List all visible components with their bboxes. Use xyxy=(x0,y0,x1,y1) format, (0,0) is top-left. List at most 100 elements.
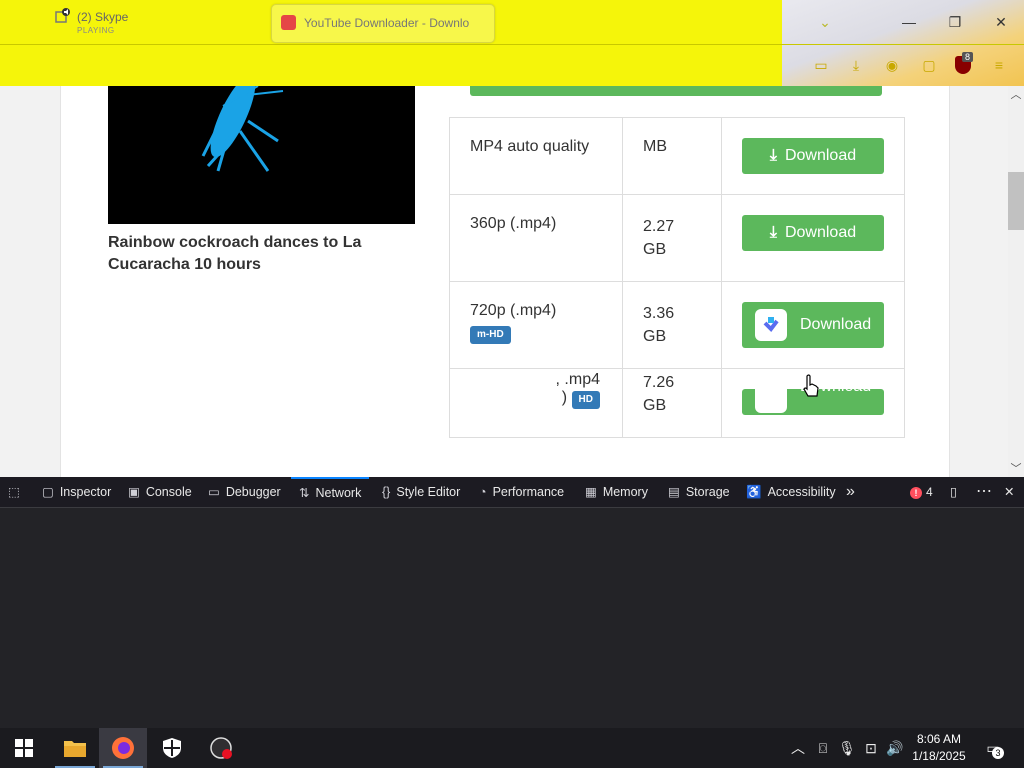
page-content: Rainbow cockroach dances to La Cucaracha… xyxy=(0,86,1008,477)
tab-label: Style Editor xyxy=(396,485,461,499)
restore-button[interactable]: ❐ xyxy=(940,10,970,34)
account-icon[interactable]: ◉ xyxy=(883,56,901,74)
tab-list-chevron-icon[interactable]: ⌄ xyxy=(810,10,840,34)
tab-storage[interactable]: ▤ Storage xyxy=(668,477,730,507)
format-cell: MP4 auto quality xyxy=(449,117,623,195)
tab-label: Performance xyxy=(492,485,565,499)
close-devtools-icon[interactable]: ✕ xyxy=(1004,477,1014,507)
taskbar: ︿ ⌼ 🎙 ⊡ 🔊 8:06 AM 1/18/2025 ▭ 3 xyxy=(0,728,1024,768)
meet-now-icon[interactable]: ⌼ xyxy=(813,728,833,768)
element-picker-icon[interactable]: ⬚ xyxy=(8,477,26,507)
dock-icon[interactable]: ▯ xyxy=(950,477,957,507)
security-app-button[interactable] xyxy=(148,728,196,768)
notifications-button[interactable]: ▭ 3 xyxy=(980,728,1006,768)
format-cell: , .mp4 ) HD xyxy=(449,368,623,438)
accessibility-icon: ♿ xyxy=(746,485,762,499)
ublock-badge: 8 xyxy=(962,52,974,62)
format-label: 360p (.mp4) xyxy=(470,215,557,232)
debugger-icon: ▭ xyxy=(208,485,220,499)
cockroach-image xyxy=(201,86,284,172)
download-button[interactable]: ⤓ Download xyxy=(742,138,884,174)
speaker-icon xyxy=(55,8,70,23)
error-count[interactable]: ! 4 xyxy=(910,477,933,507)
tab-accessibility[interactable]: ♿ Accessibility xyxy=(746,477,836,507)
windows-icon xyxy=(15,738,33,757)
size-label: 3.36 GB xyxy=(643,305,675,345)
tab-label: Storage xyxy=(685,485,730,499)
format-label: , .mp4 xyxy=(555,371,600,388)
download-button-label: Download xyxy=(800,316,872,333)
menu-icon[interactable]: ≡ xyxy=(990,56,1008,74)
format-cell: 360p (.mp4) xyxy=(449,194,623,282)
tab-network[interactable]: ⇅ Network xyxy=(291,477,370,509)
size-label: MB xyxy=(643,138,667,155)
format-label: 720p (.mp4) xyxy=(470,302,557,319)
hand-cursor-icon xyxy=(803,374,819,397)
clock-date: 1/18/2025 xyxy=(912,749,966,763)
download-button-label: Download xyxy=(784,224,857,241)
page-scrollbar[interactable] xyxy=(1008,86,1024,477)
close-window-button[interactable]: ✕ xyxy=(986,10,1016,34)
show-hidden-icons-icon[interactable]: ︿ xyxy=(788,728,808,768)
action-cell: Download xyxy=(721,281,905,369)
system-clock[interactable]: 8:06 AM 1/18/2025 xyxy=(906,731,972,765)
tab-console[interactable]: ▣ Console xyxy=(128,477,192,507)
quality-badge: HD xyxy=(571,391,600,409)
devtools-menu-icon[interactable]: ⋯ xyxy=(976,477,992,507)
file-explorer-button[interactable] xyxy=(51,728,99,768)
firefox-icon xyxy=(112,736,134,759)
more-tabs-icon[interactable]: » xyxy=(846,477,855,507)
tab-style-editor[interactable]: {} Style Editor xyxy=(382,477,460,507)
table-row: 720p (.mp4) m-HD 3.36 GB Download xyxy=(449,281,905,369)
devtools-panel: ⬚ ▢ Inspector ▣ Console ▭ Debugger ⇅ Network… xyxy=(0,477,1024,728)
size-label: 2.27 GB xyxy=(643,218,675,258)
size-label: 7.26 GB xyxy=(643,374,675,414)
tab-youtube-downloader[interactable]: YouTube Downloader - Downlo xyxy=(271,4,495,43)
tab-performance[interactable]: ◔ Performance xyxy=(479,477,564,507)
tab-inspector[interactable]: ▢ Inspector xyxy=(42,477,111,507)
tab-label: Memory xyxy=(602,485,648,499)
action-cell: ⤓ Download xyxy=(721,194,905,282)
tab-memory[interactable]: ▦ Memory xyxy=(585,477,648,507)
download-icon: ⤓ xyxy=(769,224,777,241)
shield-icon xyxy=(163,737,181,758)
browser-chrome: (2) Skype PLAYING YouTube Downloader - D… xyxy=(0,0,1024,86)
table-row: MP4 auto quality MB ⤓ Download xyxy=(449,117,905,195)
extension-icon[interactable]: ▢ xyxy=(920,56,938,74)
tab-skype[interactable]: (2) Skype PLAYING xyxy=(55,6,175,38)
video-thumbnail[interactable] xyxy=(108,86,415,224)
minimize-button[interactable]: — xyxy=(894,10,924,34)
tab-skype-playing: PLAYING xyxy=(77,26,115,35)
format-cell: 720p (.mp4) m-HD xyxy=(449,281,623,369)
table-row: 360p (.mp4) 2.27 GB ⤓ Download xyxy=(449,194,905,282)
tab-label: Accessibility xyxy=(767,485,836,499)
tab-label: Debugger xyxy=(225,485,281,499)
format-label: MP4 auto quality xyxy=(470,138,590,155)
library-icon[interactable]: ▭ xyxy=(812,56,830,74)
scrollbar-thumb[interactable] xyxy=(1008,172,1024,230)
error-icon: ! xyxy=(910,487,922,499)
tab-debugger[interactable]: ▭ Debugger xyxy=(208,477,281,507)
downloads-icon[interactable]: ⤓ xyxy=(847,56,865,74)
size-cell: 2.27 GB xyxy=(622,194,722,282)
network-icon: ⇅ xyxy=(299,486,310,500)
obs-button[interactable] xyxy=(197,728,245,768)
console-icon: ▣ xyxy=(128,485,140,499)
scroll-up-arrow-icon[interactable]: ︿ xyxy=(1008,88,1024,102)
download-button[interactable]: ⤓ Download xyxy=(742,215,884,251)
downloader-favicon-icon xyxy=(281,15,296,30)
obs-icon xyxy=(210,737,232,759)
network-status-icon[interactable]: ⊡ xyxy=(861,728,881,768)
size-cell: 3.36 GB xyxy=(622,281,722,369)
memory-icon: ▦ xyxy=(585,485,597,499)
download-app-button[interactable]: Download xyxy=(742,302,884,348)
start-button[interactable] xyxy=(0,728,48,768)
scroll-down-arrow-icon[interactable]: ﹀ xyxy=(1008,462,1024,476)
download-button-partial[interactable] xyxy=(470,86,882,96)
folder-icon xyxy=(64,740,86,757)
download-icon: ⤓ xyxy=(769,147,777,164)
firefox-button[interactable] xyxy=(99,728,147,768)
microphone-icon[interactable]: 🎙 xyxy=(837,728,857,768)
tab-label: Console xyxy=(145,485,192,499)
volume-icon[interactable]: 🔊 xyxy=(885,728,905,768)
